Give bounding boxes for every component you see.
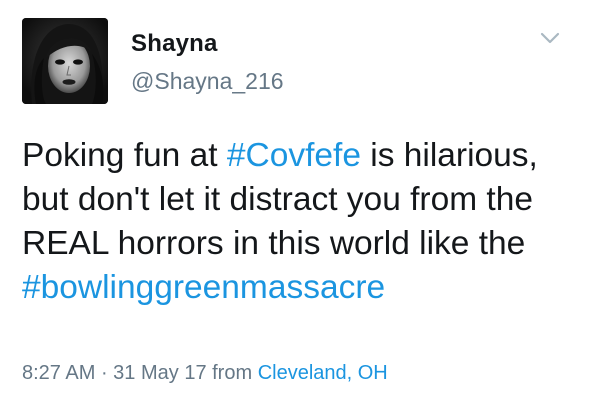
- tweet-time[interactable]: 8:27 AM: [22, 362, 95, 384]
- hashtag-link-bowlinggreenmassacre[interactable]: #bowlinggreenmassacre: [22, 269, 385, 306]
- profile-photo: [22, 18, 108, 104]
- avatar[interactable]: [22, 18, 108, 104]
- tweet-text: Poking fun at #Covfefe is hilarious, but…: [22, 134, 582, 310]
- chevron-down-icon[interactable]: [536, 28, 564, 48]
- meta-separator: ·: [95, 362, 114, 384]
- user-handle[interactable]: @Shayna_216: [131, 68, 284, 95]
- from-label: from: [206, 362, 258, 384]
- tweet-date[interactable]: 31 May 17: [113, 362, 206, 384]
- hashtag-link-covfefe[interactable]: #Covfefe: [227, 137, 361, 174]
- tweet-card: Shayna @Shayna_216 Poking fun at #Covfef…: [0, 0, 600, 404]
- tweet-meta: 8:27 AM · 31 May 17 from Cleveland, OH: [22, 362, 388, 385]
- tweet-text-segment: Poking fun at: [22, 137, 227, 174]
- location-link[interactable]: Cleveland, OH: [258, 362, 388, 384]
- display-name[interactable]: Shayna: [131, 30, 218, 58]
